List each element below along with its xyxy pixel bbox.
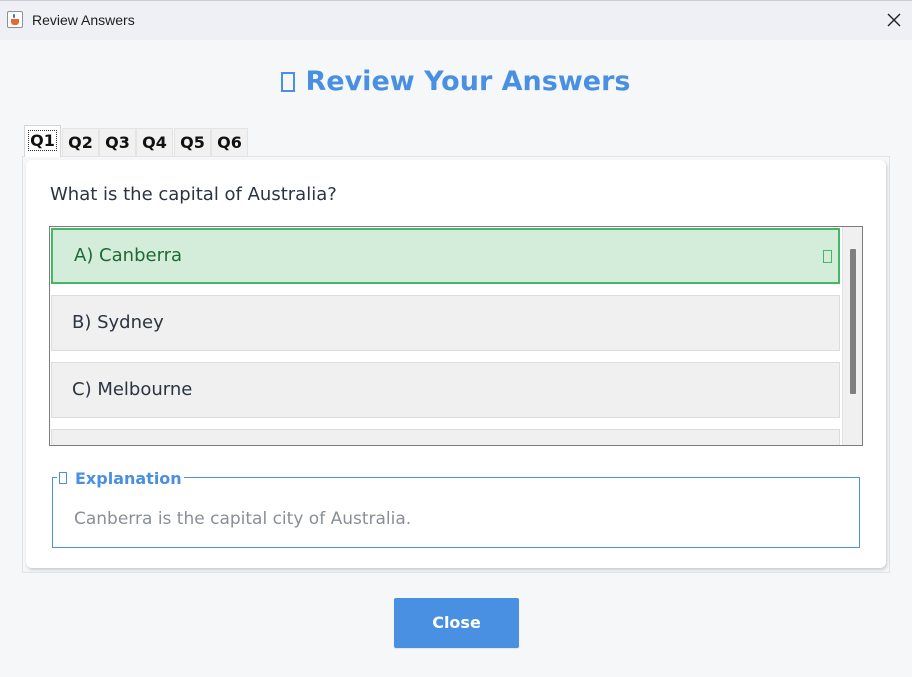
explanation-text: Canberra is the capital city of Australi… (74, 509, 412, 529)
option-label: A) Canberra (74, 245, 183, 266)
tab-q5[interactable]: Q5 (174, 128, 211, 156)
tab-label: Q4 (142, 133, 167, 152)
option-correct[interactable]: A) Canberra (51, 228, 840, 284)
close-button[interactable]: Close (394, 598, 519, 648)
close-icon[interactable] (884, 10, 904, 30)
scrollbar-thumb[interactable] (850, 249, 856, 394)
question-text: What is the capital of Australia? (50, 184, 337, 205)
missing-glyph-icon (281, 72, 296, 92)
tab-label: Q2 (68, 133, 93, 152)
tab-q4[interactable]: Q4 (136, 128, 173, 156)
explanation-legend: Explanation (57, 469, 184, 488)
option-label: B) Sydney (72, 312, 164, 333)
option-item-partial[interactable] (51, 429, 840, 445)
java-cup-icon (7, 11, 23, 28)
tab-label: Q1 (28, 130, 57, 151)
tab-label: Q5 (180, 133, 205, 152)
option-label: C) Melbourne (72, 379, 193, 400)
explanation-title: Explanation (75, 469, 182, 488)
tab-q2[interactable]: Q2 (62, 128, 99, 156)
missing-glyph-icon (59, 472, 67, 484)
tab-q1[interactable]: Q1 (24, 125, 61, 157)
review-answers-window: Review Answers Review Your Answers Q1 Q2… (0, 0, 912, 677)
option-item[interactable]: C) Melbourne (51, 362, 840, 418)
option-item[interactable]: B) Sydney (51, 295, 840, 351)
page-title-text: Review Your Answers (305, 66, 631, 97)
options-list: A) Canberra B) Sydney C) Melbourne (49, 226, 863, 446)
check-glyph-icon (823, 250, 832, 263)
options-scrollbar[interactable] (842, 227, 862, 445)
title-bar: Review Answers (0, 0, 912, 40)
page-title: Review Your Answers (0, 66, 912, 97)
tab-q3[interactable]: Q3 (99, 128, 136, 156)
tab-q6[interactable]: Q6 (211, 128, 248, 156)
tab-label: Q6 (217, 133, 242, 152)
tab-label: Q3 (105, 133, 130, 152)
window-title: Review Answers (32, 12, 135, 28)
